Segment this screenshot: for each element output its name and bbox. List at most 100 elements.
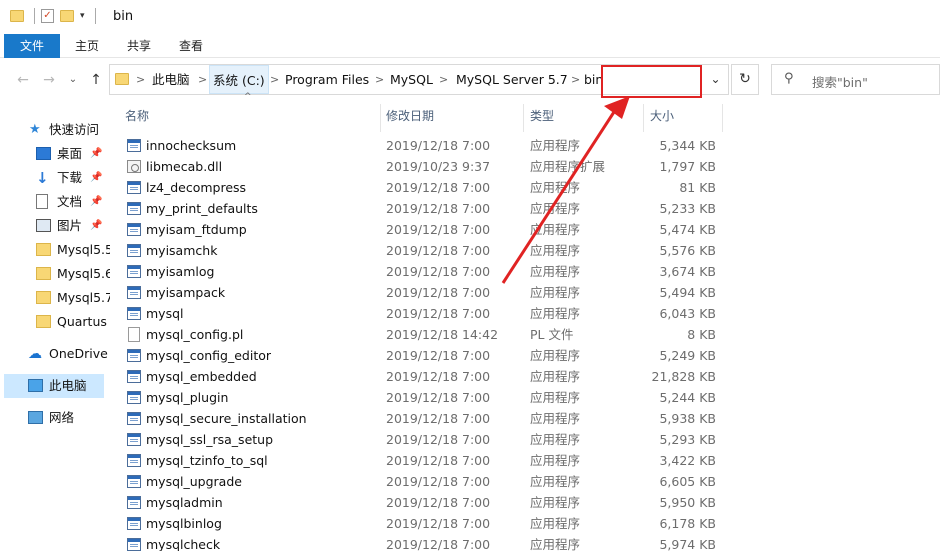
breadcrumb-mysql[interactable]: MySQL bbox=[390, 65, 433, 94]
breadcrumb-separator[interactable]: > bbox=[270, 65, 279, 94]
table-row[interactable]: myisamlog 2019/12/18 7:00 应用程序 3,674 KB bbox=[110, 261, 940, 282]
sidebar-item-mysql56[interactable]: Mysql5.6 bbox=[0, 262, 110, 286]
file-name: myisamlog bbox=[146, 264, 215, 279]
sidebar-item-quick-access[interactable]: ★ 快速访问 bbox=[0, 118, 110, 142]
column-divider[interactable] bbox=[380, 104, 381, 132]
column-header-type[interactable]: 类型 bbox=[530, 100, 554, 132]
customize-toolbar-dropdown-icon[interactable]: ▾ bbox=[80, 11, 85, 21]
folder-icon bbox=[36, 243, 51, 256]
tab-file[interactable]: 文件 bbox=[4, 34, 60, 58]
tab-view[interactable]: 查看 bbox=[170, 34, 212, 58]
breadcrumb-mysql-server[interactable]: MySQL Server 5.7 bbox=[456, 65, 568, 94]
file-list: ^ 名称 修改日期 类型 大小 innochecksum 2019/12/18 7… bbox=[110, 92, 940, 551]
file-date: 2019/12/18 14:42 bbox=[386, 327, 499, 342]
sidebar-item-quartus[interactable]: Quartus bbox=[0, 310, 110, 334]
file-type: 应用程序 bbox=[530, 222, 581, 237]
file-name: mysqladmin bbox=[146, 495, 223, 510]
folder-icon bbox=[36, 267, 51, 280]
application-file-icon bbox=[127, 244, 141, 257]
table-row[interactable]: innochecksum 2019/12/18 7:00 应用程序 5,344 KB bbox=[110, 135, 940, 156]
application-file-icon bbox=[127, 433, 141, 446]
application-file-icon bbox=[127, 370, 141, 383]
tab-share[interactable]: 共享 bbox=[118, 34, 160, 58]
breadcrumb-separator[interactable]: > bbox=[439, 65, 448, 94]
table-row[interactable]: mysqlbinlog 2019/12/18 7:00 应用程序 6,178 KB bbox=[110, 513, 940, 534]
file-date: 2019/12/18 7:00 bbox=[386, 201, 491, 216]
up-arrow-icon[interactable]: ↑ bbox=[87, 70, 105, 90]
table-row[interactable]: myisamchk 2019/12/18 7:00 应用程序 5,576 KB bbox=[110, 240, 940, 261]
breadcrumb-separator[interactable]: > bbox=[136, 65, 145, 94]
sidebar-item-documents[interactable]: 文档 📌 bbox=[0, 190, 110, 214]
table-row[interactable]: lz4_decompress 2019/12/18 7:00 应用程序 81 KB bbox=[110, 177, 940, 198]
table-row[interactable]: mysql_upgrade 2019/12/18 7:00 应用程序 6,605 KB bbox=[110, 471, 940, 492]
address-history-dropdown-icon[interactable]: ⌄ bbox=[702, 65, 728, 94]
breadcrumb-program-files[interactable]: Program Files bbox=[285, 65, 369, 94]
sidebar-item-network[interactable]: 网络 bbox=[0, 406, 110, 430]
tab-home[interactable]: 主页 bbox=[66, 34, 108, 58]
folder-icon bbox=[36, 315, 51, 328]
application-file-icon bbox=[127, 538, 141, 551]
table-row[interactable]: mysql_ssl_rsa_setup 2019/12/18 7:00 应用程序 5,… bbox=[110, 429, 940, 450]
file-size: 5,938 KB bbox=[659, 411, 716, 426]
column-header-row: ^ 名称 修改日期 类型 大小 bbox=[110, 92, 940, 132]
file-size: 5,344 KB bbox=[659, 138, 716, 153]
file-explorer-window: ✓ ▾ bin 文件 主页 共享 查看 ← → ⌄ ↑ > 此电脑 > 系统 (… bbox=[0, 0, 940, 551]
file-size: 8 KB bbox=[687, 327, 716, 342]
file-name: mysqlcheck bbox=[146, 537, 221, 551]
search-box[interactable]: ⚲ 搜索"bin" bbox=[771, 64, 940, 95]
application-file-icon bbox=[127, 202, 141, 215]
table-row[interactable]: my_print_defaults 2019/12/18 7:00 应用程序 5,23… bbox=[110, 198, 940, 219]
file-date: 2019/12/18 7:00 bbox=[386, 180, 491, 195]
column-divider[interactable] bbox=[643, 104, 644, 132]
table-row[interactable]: mysql_secure_installation 2019/12/18 7:00… bbox=[110, 408, 940, 429]
table-row[interactable]: mysql_embedded 2019/12/18 7:00 应用程序 21,828 … bbox=[110, 366, 940, 387]
file-date: 2019/10/23 9:37 bbox=[386, 159, 491, 174]
application-file-icon bbox=[127, 286, 141, 299]
column-header-name[interactable]: 名称 bbox=[125, 100, 149, 132]
file-date: 2019/12/18 7:00 bbox=[386, 495, 491, 510]
file-type: 应用程序 bbox=[530, 201, 581, 216]
table-row[interactable]: myisampack 2019/12/18 7:00 应用程序 5,494 KB bbox=[110, 282, 940, 303]
sidebar-item-this-pc[interactable]: 此电脑 bbox=[4, 374, 104, 398]
back-arrow-icon[interactable]: ← bbox=[14, 70, 32, 90]
refresh-icon[interactable]: ↻ bbox=[731, 64, 759, 95]
forward-arrow-icon[interactable]: → bbox=[40, 70, 58, 90]
table-row[interactable]: mysql_config.pl 2019/12/18 14:42 PL 文件 8 KB bbox=[110, 324, 940, 345]
properties-icon[interactable]: ✓ bbox=[41, 9, 54, 23]
recent-locations-chevron-icon[interactable]: ⌄ bbox=[64, 70, 82, 90]
sidebar-item-mysql55[interactable]: Mysql5.5 bbox=[0, 238, 110, 262]
table-row[interactable]: mysqlcheck 2019/12/18 7:00 应用程序 5,974 KB bbox=[110, 534, 940, 551]
table-row[interactable]: myisam_ftdump 2019/12/18 7:00 应用程序 5,474 KB bbox=[110, 219, 940, 240]
pin-icon: 📌 bbox=[90, 220, 103, 231]
column-divider[interactable] bbox=[523, 104, 524, 132]
table-row[interactable]: mysql_config_editor 2019/12/18 7:00 应用程序 5,… bbox=[110, 345, 940, 366]
sidebar-item-onedrive[interactable]: ☁ OneDrive bbox=[0, 342, 110, 366]
column-header-date[interactable]: 修改日期 bbox=[386, 100, 434, 132]
table-row[interactable]: mysqladmin 2019/12/18 7:00 应用程序 5,950 KB bbox=[110, 492, 940, 513]
application-file-icon bbox=[127, 307, 141, 320]
application-file-icon bbox=[127, 223, 141, 236]
file-date: 2019/12/18 7:00 bbox=[386, 516, 491, 531]
sidebar-item-desktop[interactable]: 桌面 📌 bbox=[0, 142, 110, 166]
table-row[interactable]: mysql_tzinfo_to_sql 2019/12/18 7:00 应用程序 3,… bbox=[110, 450, 940, 471]
file-name: mysql_embedded bbox=[146, 369, 257, 384]
sidebar-item-label: Quartus bbox=[57, 314, 107, 329]
window-title: bin bbox=[113, 9, 134, 24]
breadcrumb-system-c[interactable]: 系统 (C:) bbox=[209, 65, 269, 94]
breadcrumb-separator[interactable]: > bbox=[571, 65, 580, 94]
file-date: 2019/12/18 7:00 bbox=[386, 453, 491, 468]
download-icon: ↓ bbox=[36, 169, 49, 187]
new-folder-icon[interactable] bbox=[60, 10, 74, 22]
breadcrumb-this-pc[interactable]: 此电脑 bbox=[152, 65, 190, 94]
table-row[interactable]: mysql_plugin 2019/12/18 7:00 应用程序 5,244 KB bbox=[110, 387, 940, 408]
sidebar-item-mysql57[interactable]: Mysql5.7 bbox=[0, 286, 110, 310]
file-name: my_print_defaults bbox=[146, 201, 258, 216]
table-row[interactable]: libmecab.dll 2019/10/23 9:37 应用程序扩展 1,797 K… bbox=[110, 156, 940, 177]
sidebar-item-pictures[interactable]: 图片 📌 bbox=[0, 214, 110, 238]
breadcrumb-separator[interactable]: > bbox=[198, 65, 207, 94]
column-divider[interactable] bbox=[722, 104, 723, 132]
table-row[interactable]: mysql 2019/12/18 7:00 应用程序 6,043 KB bbox=[110, 303, 940, 324]
column-header-size[interactable]: 大小 bbox=[650, 100, 674, 132]
sidebar-item-downloads[interactable]: ↓ 下载 📌 bbox=[0, 166, 110, 190]
breadcrumb-separator[interactable]: > bbox=[375, 65, 384, 94]
